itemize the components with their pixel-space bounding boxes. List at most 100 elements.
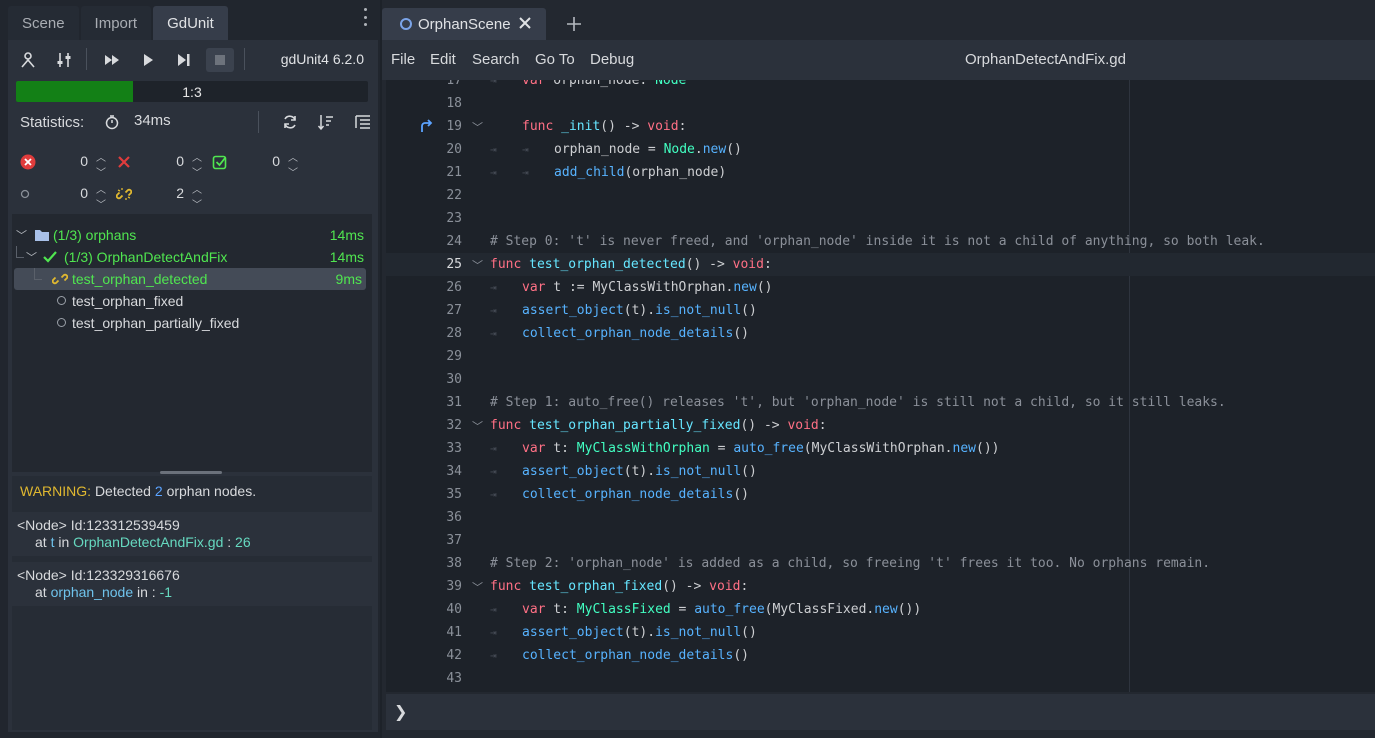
menu-debug[interactable]: Debug <box>590 51 634 68</box>
menu-file[interactable]: File <box>391 51 415 68</box>
statistics-time: 34ms <box>134 112 171 129</box>
code-line: 36 <box>446 510 462 525</box>
script-menu-bar: File Edit Search Go To Debug OrphanDetec… <box>382 40 1375 80</box>
error-counter[interactable]: 0 ︿ ﹀ <box>20 149 108 179</box>
tab-gdunit[interactable]: GdUnit <box>153 6 228 40</box>
menu-search[interactable]: Search <box>472 51 520 68</box>
code-line: 42 ⇥ collect_orphan_node_details() <box>446 648 749 663</box>
left-dock: Scene Import GdUnit gdUnit4 6.2.0 1:3 St… <box>0 0 380 738</box>
dock-menu-icon[interactable] <box>362 8 368 26</box>
code-line: 39 ﹀ func test_orphan_fixed() -> void: <box>446 579 749 595</box>
failure-counter[interactable]: 0 ︿ ﹀ <box>116 149 204 179</box>
spinner-arrows-icon[interactable]: ︿ ﹀ <box>286 149 300 179</box>
orphan-entry: <Node> Id:123329316676 at orphan_node in… <box>12 562 372 606</box>
test-tree: ﹀ (1/3) orphans 14ms ﹀ (1/3) OrphanDetec… <box>12 214 372 472</box>
tree-item-orphans[interactable]: ﹀ (1/3) orphans 14ms <box>12 224 368 246</box>
report-output: WARNING: Detected 2 orphan nodes. <Node>… <box>12 476 372 730</box>
warning-line: WARNING: Detected 2 orphan nodes. <box>20 483 257 499</box>
fold-arrow-icon[interactable]: ﹀ <box>472 119 483 135</box>
progress-text: 1:3 <box>182 83 202 100</box>
code-line: 43 <box>446 671 462 686</box>
pending-icon <box>57 318 66 327</box>
progress-bar: 1:3 <box>16 81 368 102</box>
code-line-current: 25 ﹀ func test_orphan_detected() -> void… <box>386 253 1375 276</box>
passed-counter[interactable]: 0 ︿ ﹀ <box>212 149 300 179</box>
code-editor[interactable]: 17 ⇥ var orphan_node: Node 18 19 ﹀ func … <box>386 80 1375 692</box>
skipped-counter[interactable]: 0 ︿ ﹀ <box>20 181 108 211</box>
tab-scene[interactable]: Scene <box>8 6 79 40</box>
close-icon[interactable] <box>516 14 534 32</box>
code-line: 18 <box>446 96 462 111</box>
fold-arrow-icon[interactable]: ﹀ <box>472 418 483 434</box>
menu-go-to[interactable]: Go To <box>535 51 575 68</box>
code-line: 38 # Step 2: 'orphan_node' is added as a… <box>446 556 1211 571</box>
orphan-link-icon <box>51 271 69 290</box>
tree-item-test-orphan-partially-fixed[interactable]: test_orphan_partially_fixed <box>12 312 368 334</box>
fold-arrow-icon[interactable]: ﹀ <box>472 579 483 595</box>
code-line: 24 # Step 0: 't' is never freed, and 'or… <box>446 234 1265 249</box>
code-line: 20 ⇥ ⇥ orphan_node = Node.new() <box>446 142 742 157</box>
pending-icon <box>57 296 66 305</box>
chevron-down-icon[interactable]: ﹀ <box>26 249 37 265</box>
version-label: gdUnit4 6.2.0 <box>280 51 364 67</box>
statistics-label: Statistics: <box>20 113 85 131</box>
gdunit-toolbar: gdUnit4 6.2.0 <box>8 40 378 78</box>
failure-icon <box>116 154 132 170</box>
node-circle-icon <box>400 18 412 30</box>
script-filename: OrphanDetectAndFix.gd <box>965 51 1126 68</box>
passed-icon <box>212 154 228 170</box>
code-line: 23 <box>446 211 462 226</box>
code-line: 26 ⇥ var t := MyClassWithOrphan.new() <box>446 280 773 295</box>
code-line: 35 ⇥ collect_orphan_node_details() <box>446 487 749 502</box>
code-line: 21 ⇥ ⇥ add_child(orphan_node) <box>446 165 727 180</box>
tab-import[interactable]: Import <box>80 6 152 40</box>
debug-run-icon[interactable] <box>170 48 198 72</box>
run-overall-icon[interactable] <box>14 48 42 72</box>
orphan-link-icon <box>116 186 132 202</box>
code-line: 33 ⇥ var t: MyClassWithOrphan = auto_fre… <box>446 441 1000 456</box>
tree-item-test-orphan-fixed[interactable]: test_orphan_fixed <box>12 290 368 312</box>
spinner-arrows-icon[interactable]: ︿ ﹀ <box>94 181 108 211</box>
code-line: 41 ⇥ assert_object(t).is_not_null() <box>446 625 757 640</box>
tree-view-icon[interactable] <box>353 112 373 132</box>
fold-arrow-icon[interactable]: ﹀ <box>472 257 483 273</box>
tree-item-test-orphan-detected[interactable]: test_orphan_detected 9ms <box>14 268 366 290</box>
error-icon <box>20 154 36 170</box>
skipped-icon <box>20 186 36 202</box>
run-icon[interactable] <box>134 48 162 72</box>
scene-tab-orphanscene[interactable]: OrphanScene <box>382 8 546 40</box>
code-line: 31 # Step 1: auto_free() releases 't', b… <box>446 395 1226 410</box>
stopwatch-icon <box>102 112 122 132</box>
code-line: 34 ⇥ assert_object(t).is_not_null() <box>446 464 757 479</box>
folder-icon <box>34 228 50 245</box>
statistics-row: Statistics: 34ms <box>20 110 370 134</box>
orphan-file-link[interactable]: OrphanDetectAndFix.gd <box>73 534 223 550</box>
code-line: 22 <box>446 188 462 203</box>
spinner-arrows-icon[interactable]: ︿ ﹀ <box>190 181 204 211</box>
spinner-arrows-icon[interactable]: ︿ ﹀ <box>94 149 108 179</box>
code-line: 37 <box>446 533 462 548</box>
orphan-var-link[interactable]: t <box>51 534 55 550</box>
code-line: 40 ⇥ var t: MyClassFixed = auto_free(MyC… <box>446 602 922 617</box>
panel-splitter[interactable] <box>160 471 222 474</box>
chevron-down-icon[interactable]: ﹀ <box>16 227 27 243</box>
orphan-var-link[interactable]: orphan_node <box>51 584 134 600</box>
console-prompt-icon[interactable]: ❯ <box>394 702 407 722</box>
code-line: 28 ⇥ collect_orphan_node_details() <box>446 326 749 341</box>
code-line: 32 ﹀ func test_orphan_partially_fixed() … <box>446 418 827 434</box>
console-bar: ❯ <box>386 694 1375 730</box>
sort-icon[interactable] <box>316 112 336 132</box>
orphan-entry: <Node> Id:123312539459 at t in OrphanDet… <box>12 512 372 556</box>
stop-icon[interactable] <box>206 48 234 72</box>
code-line: 17 ⇥ var orphan_node: Node <box>446 80 687 88</box>
add-tab-icon[interactable] <box>564 14 584 34</box>
settings-icon[interactable] <box>50 48 78 72</box>
spinner-arrows-icon[interactable]: ︿ ﹀ <box>190 149 204 179</box>
menu-edit[interactable]: Edit <box>430 51 456 68</box>
refresh-icon[interactable] <box>280 112 300 132</box>
orphan-counter[interactable]: 2 ︿ ﹀ <box>116 181 204 211</box>
godot-editor-window: Scene Import GdUnit gdUnit4 6.2.0 1:3 St… <box>0 0 1375 738</box>
code-line: 27 ⇥ assert_object(t).is_not_null() <box>446 303 757 318</box>
tree-item-suite[interactable]: ﹀ (1/3) OrphanDetectAndFix 14ms <box>12 246 368 268</box>
run-all-icon[interactable] <box>98 48 126 72</box>
